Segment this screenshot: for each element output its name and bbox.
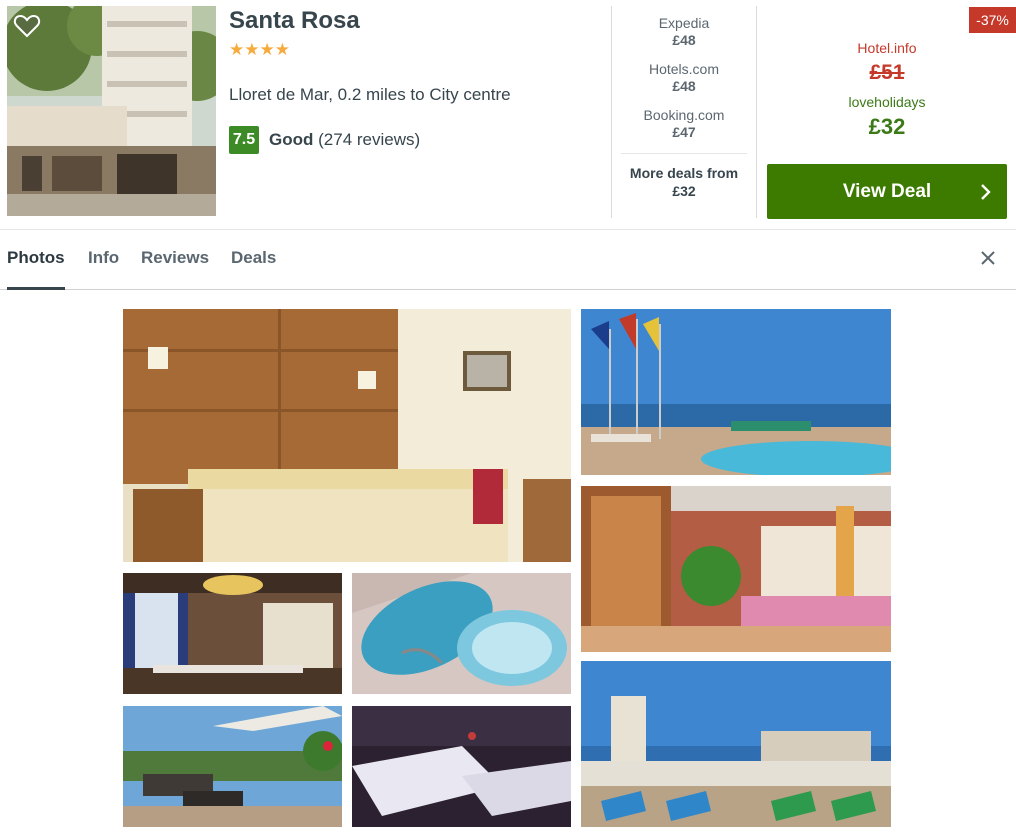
hotel-photo-exterior[interactable] bbox=[7, 6, 216, 216]
photo-restaurant[interactable] bbox=[123, 573, 342, 694]
view-deal-button[interactable]: View Deal bbox=[767, 164, 1007, 219]
divider bbox=[611, 6, 612, 218]
view-deal-label: View Deal bbox=[842, 181, 932, 202]
more-deals-label: More deals from bbox=[629, 165, 739, 181]
photo-spa-beds[interactable] bbox=[352, 706, 571, 827]
deal-site: Booking.com bbox=[643, 107, 725, 123]
original-deal-price: £51 bbox=[869, 61, 905, 84]
discount-badge: -37% bbox=[969, 7, 1016, 33]
best-deal-price: £32 bbox=[868, 114, 906, 139]
divider bbox=[756, 6, 757, 218]
review-count: (274 reviews) bbox=[318, 130, 421, 149]
photo-lobby[interactable] bbox=[581, 486, 891, 652]
deal-item[interactable]: Hotels.com £48 bbox=[621, 61, 747, 95]
photo-jacuzzi[interactable] bbox=[352, 573, 571, 694]
rating-score-badge: 7.5 bbox=[229, 126, 259, 154]
favorite-heart-icon[interactable] bbox=[13, 12, 41, 40]
close-icon[interactable] bbox=[978, 248, 998, 268]
deal-site: Expedia bbox=[658, 15, 710, 31]
deal-site: Hotels.com bbox=[648, 61, 720, 77]
tab-reviews[interactable]: Reviews bbox=[141, 248, 209, 290]
rating-word: Good bbox=[269, 130, 314, 149]
deals-list: Expedia £48 Hotels.com £48 Booking.com £… bbox=[621, 15, 747, 200]
rating-summary: Good (274 reviews) bbox=[269, 130, 420, 150]
deal-price: £48 bbox=[672, 32, 696, 48]
chevron-right-icon bbox=[979, 183, 993, 201]
deal-price: £47 bbox=[672, 124, 696, 140]
hotel-info: Santa Rosa ★★★★ Lloret de Mar, 0.2 miles… bbox=[229, 6, 604, 154]
detail-tabs: Photos Info Reviews Deals bbox=[0, 230, 1016, 290]
divider bbox=[621, 153, 747, 154]
hotel-name[interactable]: Santa Rosa bbox=[229, 6, 604, 36]
best-deal[interactable]: Hotel.info £51 loveholidays £32 bbox=[767, 38, 1007, 142]
photo-bedroom[interactable] bbox=[123, 309, 571, 562]
photo-sun-terrace[interactable] bbox=[581, 661, 891, 827]
hotel-card: Santa Rosa ★★★★ Lloret de Mar, 0.2 miles… bbox=[0, 0, 1016, 230]
original-deal-site: Hotel.info bbox=[857, 40, 917, 56]
rating-row[interactable]: 7.5 Good (274 reviews) bbox=[229, 126, 604, 154]
deal-price: £48 bbox=[672, 78, 696, 94]
tab-photos[interactable]: Photos bbox=[7, 248, 65, 290]
deal-item[interactable]: Booking.com £47 bbox=[621, 107, 747, 141]
tab-info[interactable]: Info bbox=[88, 248, 119, 290]
deal-item[interactable]: Expedia £48 bbox=[621, 15, 747, 49]
photo-rooftop-pool[interactable] bbox=[581, 309, 891, 475]
more-deals-price: £32 bbox=[672, 183, 696, 199]
best-deal-site: loveholidays bbox=[848, 94, 926, 110]
hotel-location: Lloret de Mar, 0.2 miles to City centre bbox=[229, 85, 511, 104]
photo-terrace-lounge[interactable] bbox=[123, 706, 342, 827]
tab-deals[interactable]: Deals bbox=[231, 248, 276, 290]
more-deals-link[interactable]: More deals from £32 bbox=[621, 164, 747, 200]
star-rating-icons: ★★★★ bbox=[229, 40, 290, 59]
